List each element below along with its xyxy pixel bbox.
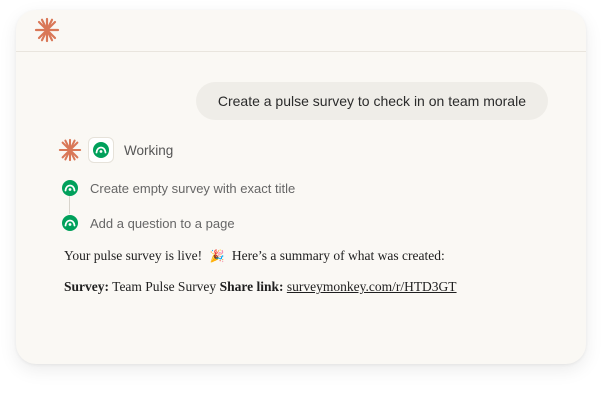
survey-label: Survey: (64, 279, 109, 294)
surveymonkey-icon (93, 142, 109, 158)
surveymonkey-icon (62, 215, 78, 231)
tool-step-2[interactable]: Add a question to a page (62, 215, 235, 231)
response-details-line: Survey: Team Pulse Survey Share link: su… (64, 279, 564, 295)
user-message-bubble: Create a pulse survey to check in on tea… (195, 82, 548, 120)
response-summary-line: Your pulse survey is live! 🎉 Here’s a su… (64, 248, 564, 264)
surveymonkey-icon (62, 180, 78, 196)
survey-title-value: Team Pulse Survey (112, 279, 217, 294)
share-link-label: Share link: (219, 279, 284, 294)
summary-intro-text: Your pulse survey is live! (64, 248, 203, 263)
assistant-status-row: Working (58, 137, 173, 163)
share-link[interactable]: surveymonkey.com/r/HTD3GT (287, 279, 457, 294)
claude-asterisk-icon (58, 138, 82, 162)
summary-followup-text: Here’s a summary of what was created: (231, 248, 445, 263)
app-connector-chip[interactable] (88, 137, 114, 163)
working-status-label: Working (124, 142, 174, 158)
step-connector-line (69, 196, 70, 214)
tool-step-label: Create empty survey with exact title (90, 180, 296, 196)
window-header (16, 10, 586, 52)
party-popper-emoji: 🎉 (209, 249, 225, 263)
tool-step-1[interactable]: Create empty survey with exact title (62, 180, 295, 196)
chat-window: Create a pulse survey to check in on tea… (16, 10, 586, 364)
claude-asterisk-icon (34, 17, 60, 43)
tool-step-label: Add a question to a page (90, 215, 235, 231)
user-message-text: Create a pulse survey to check in on tea… (217, 93, 526, 109)
